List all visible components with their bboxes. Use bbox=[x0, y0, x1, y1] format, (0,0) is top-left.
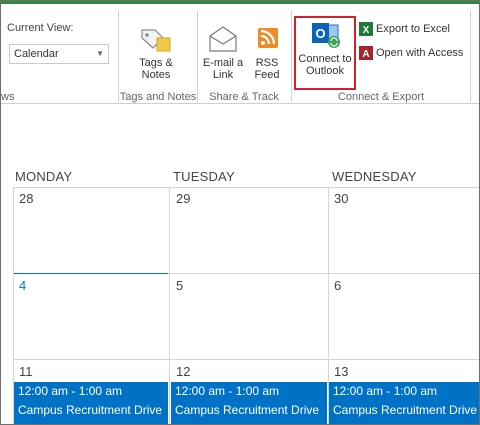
email-link-label-2: Link bbox=[212, 69, 234, 81]
open-with-access-link[interactable]: A Open with Access bbox=[359, 46, 463, 60]
day-header-monday: MONDAY bbox=[15, 169, 73, 184]
current-view-select[interactable]: Calendar ▼ bbox=[9, 44, 109, 64]
event-time: 12:00 am - 1:00 am bbox=[175, 384, 280, 398]
rss-feed-label-1: RSS bbox=[255, 57, 279, 69]
date-cell[interactable]: 30 bbox=[334, 191, 348, 206]
access-icon: A bbox=[359, 46, 373, 60]
ribbon-separator bbox=[197, 10, 198, 102]
highlight-box bbox=[294, 16, 356, 90]
date-cell[interactable]: 6 bbox=[334, 278, 341, 293]
event-time: 12:00 am - 1:00 am bbox=[18, 384, 123, 398]
date-cell-today[interactable]: 4 bbox=[19, 278, 26, 293]
email-link-label-1: E-mail a bbox=[202, 57, 244, 69]
event-time: 12:00 am - 1:00 am bbox=[333, 384, 438, 398]
tags-notes-button[interactable]: Tags & Notes bbox=[131, 24, 181, 81]
today-indicator bbox=[13, 273, 168, 274]
tag-icon bbox=[141, 29, 171, 52]
group-label-connect-export: Connect & Export bbox=[337, 91, 425, 103]
export-to-excel-link[interactable]: X Export to Excel bbox=[359, 22, 450, 36]
date-cell[interactable]: 28 bbox=[19, 191, 33, 206]
email-link-button[interactable]: E-mail a Link bbox=[201, 24, 245, 81]
calendar-month-view: MONDAY TUESDAY WEDNESDAY 28 29 30 4 5 6 … bbox=[1, 107, 479, 424]
event-title: Campus Recruitment Drive bbox=[175, 403, 320, 417]
grid-line bbox=[13, 359, 479, 360]
date-cell[interactable]: 11 bbox=[19, 364, 33, 379]
excel-icon: X bbox=[359, 22, 373, 36]
svg-text:X: X bbox=[363, 25, 370, 36]
grid-line bbox=[13, 187, 479, 188]
ribbon-separator bbox=[118, 10, 119, 102]
rss-feed-label-2: Feed bbox=[254, 69, 280, 81]
date-cell[interactable]: 5 bbox=[176, 278, 183, 293]
calendar-event[interactable]: 12:00 am - 1:00 am Campus Recruitment Dr… bbox=[171, 382, 327, 424]
grid-line bbox=[169, 187, 170, 424]
screenshot-frame: Current View: Calendar ▼ ws Tags & Notes… bbox=[0, 0, 480, 425]
event-title: Campus Recruitment Drive bbox=[18, 403, 163, 417]
day-header-tuesday: TUESDAY bbox=[173, 169, 235, 184]
tags-notes-label-2: Notes bbox=[141, 69, 171, 81]
ribbon-separator bbox=[470, 10, 471, 102]
ribbon: Current View: Calendar ▼ ws Tags & Notes… bbox=[1, 1, 479, 110]
date-cell[interactable]: 13 bbox=[334, 364, 348, 379]
export-to-excel-label: Export to Excel bbox=[376, 22, 450, 35]
ribbon-separator bbox=[291, 10, 292, 102]
day-header-wednesday: WEDNESDAY bbox=[332, 169, 417, 184]
group-label-tags-notes: Tags and Notes bbox=[119, 91, 197, 103]
ribbon-bottom-border bbox=[1, 103, 479, 104]
group-label-share-track: Share & Track bbox=[209, 91, 279, 103]
date-cell[interactable]: 12 bbox=[176, 364, 190, 379]
current-view-value: Calendar bbox=[14, 48, 59, 60]
tags-notes-label-1: Tags & bbox=[139, 57, 173, 69]
open-with-access-label: Open with Access bbox=[376, 46, 464, 59]
calendar-event[interactable]: 12:00 am - 1:00 am Campus Recruitment Dr… bbox=[329, 382, 479, 424]
rss-feed-button[interactable]: RSS Feed bbox=[249, 24, 285, 81]
rss-icon bbox=[258, 28, 278, 48]
chevron-down-icon: ▼ bbox=[96, 49, 104, 58]
group-label-views: ws bbox=[1, 91, 15, 103]
envelope-icon bbox=[209, 26, 237, 52]
event-title: Campus Recruitment Drive bbox=[333, 403, 478, 417]
date-cell[interactable]: 29 bbox=[176, 191, 190, 206]
current-view-label: Current View: bbox=[7, 22, 74, 34]
svg-text:A: A bbox=[362, 49, 369, 60]
calendar-event[interactable]: 12:00 am - 1:00 am Campus Recruitment Dr… bbox=[14, 382, 168, 424]
